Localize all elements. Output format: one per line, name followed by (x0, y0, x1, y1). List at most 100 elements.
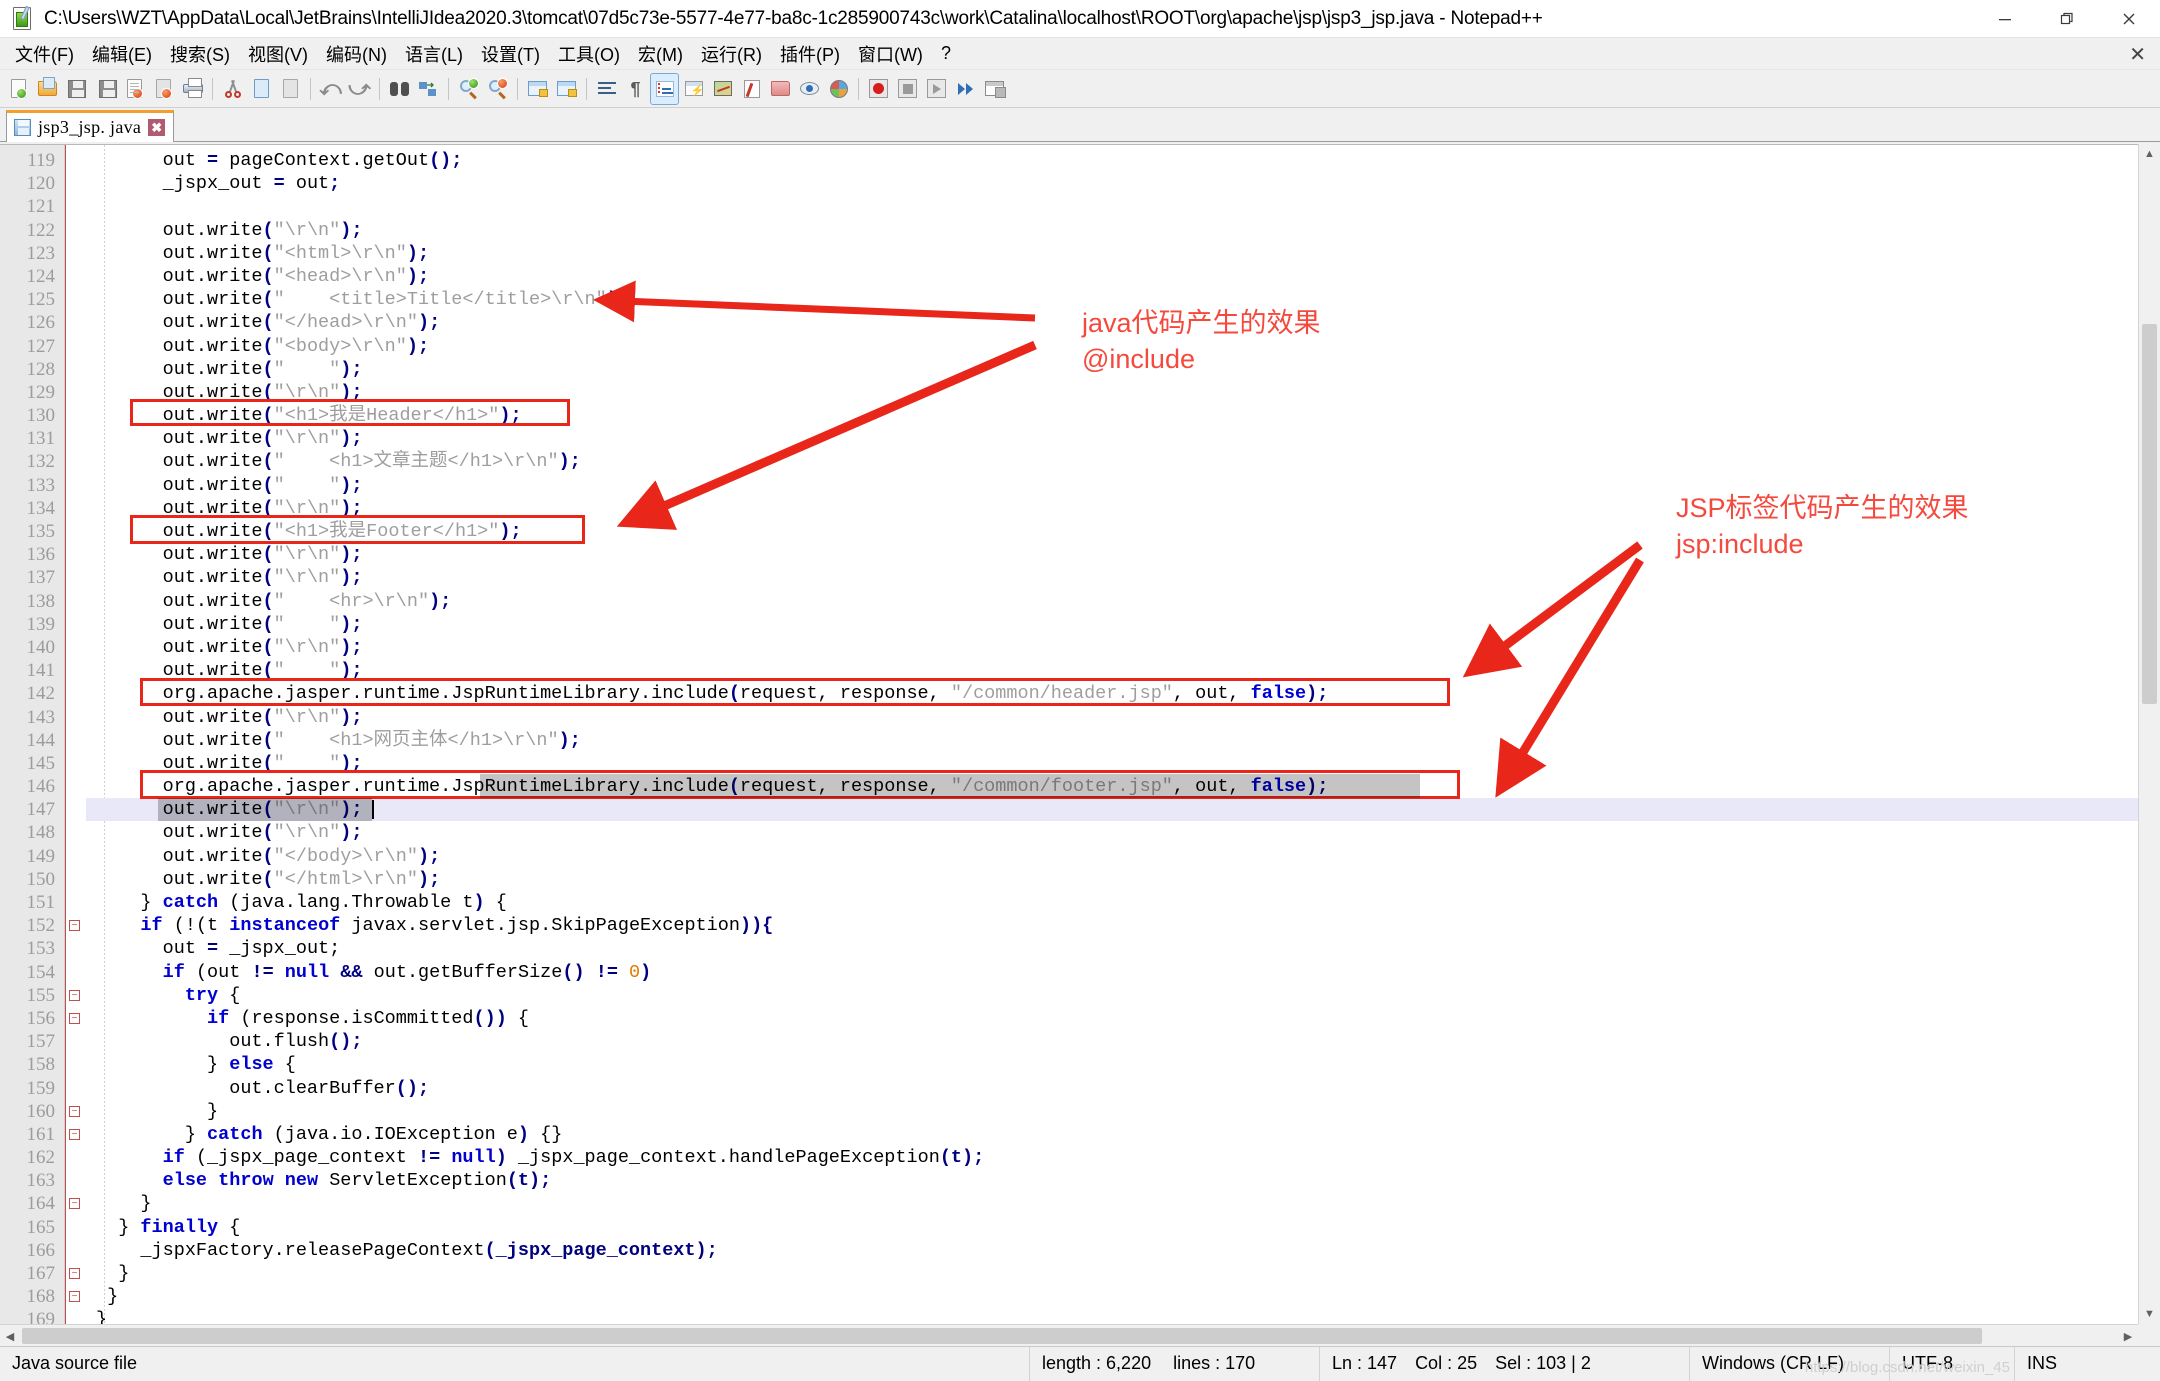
fold-cell[interactable] (65, 798, 86, 821)
fold-cell[interactable] (65, 195, 86, 218)
fold-minus-icon[interactable]: − (69, 920, 80, 932)
redo-icon[interactable]: ⤻ (346, 74, 373, 104)
fold-cell[interactable] (65, 427, 86, 450)
document-map-icon[interactable] (709, 74, 736, 104)
fold-cell[interactable] (65, 149, 86, 172)
code-line[interactable]: } finally { (86, 1216, 2160, 1239)
code-line[interactable]: out = pageContext.getOut(); (86, 149, 2160, 172)
fold-cell[interactable] (65, 636, 86, 659)
indent-guideline-icon[interactable] (650, 72, 679, 105)
run-macro-multiple-icon[interactable] (952, 74, 979, 104)
menu-search[interactable]: 搜索(S) (161, 38, 239, 70)
close-file-icon[interactable] (121, 74, 148, 104)
vertical-scrollbar[interactable]: ▲ ▼ (2138, 144, 2160, 1324)
fold-cell[interactable] (65, 288, 86, 311)
save-icon[interactable] (63, 74, 90, 104)
menu-window[interactable]: 窗口(W) (849, 38, 932, 70)
tab-jsp3-jsp-java[interactable]: jsp3_jsp. java ✖ (6, 110, 175, 142)
menu-help[interactable]: ? (932, 40, 960, 67)
fold-cell[interactable] (65, 1053, 86, 1076)
fold-cell[interactable]: − (65, 1100, 86, 1123)
scroll-right-arrow[interactable]: ▶ (2118, 1325, 2138, 1347)
fold-cell[interactable] (65, 706, 86, 729)
code-line[interactable]: } (86, 1285, 2160, 1308)
code-line[interactable]: _jspx_out = out; (86, 172, 2160, 195)
code-line[interactable]: out.write("\r\n"); (86, 219, 2160, 242)
menu-language[interactable]: 语言(L) (396, 38, 472, 70)
monitoring-icon[interactable] (796, 74, 823, 104)
record-macro-icon[interactable] (865, 74, 892, 104)
fold-cell[interactable] (65, 1030, 86, 1053)
fold-cell[interactable]: − (65, 1123, 86, 1146)
horizontal-scroll-thumb[interactable] (22, 1328, 1982, 1344)
code-line[interactable]: if (response.isCommitted()) { (86, 1007, 2160, 1030)
code-line[interactable]: if (_jspx_page_context != null) _jspx_pa… (86, 1146, 2160, 1169)
menu-plugins[interactable]: 插件(P) (771, 38, 849, 70)
fold-cell[interactable] (65, 775, 86, 798)
word-wrap-icon[interactable] (593, 74, 620, 104)
menu-macro[interactable]: 宏(M) (629, 38, 692, 70)
fold-minus-icon[interactable]: − (69, 1012, 80, 1024)
code-line[interactable]: out.write("\r\n"); (86, 566, 2160, 589)
fold-cell[interactable] (65, 1146, 86, 1169)
sync-horizontal-scroll-icon[interactable] (553, 74, 580, 104)
close-all-files-icon[interactable] (150, 74, 177, 104)
code-line[interactable]: out.write(" <h1>网页主体</h1>\r\n"); (86, 729, 2160, 752)
stop-macro-icon[interactable] (894, 74, 921, 104)
fold-cell[interactable] (65, 937, 86, 960)
fold-cell[interactable] (65, 845, 86, 868)
fold-cell[interactable] (65, 961, 86, 984)
code-line[interactable]: out.write(" <h1>文章主题</h1>\r\n"); (86, 450, 2160, 473)
code-line[interactable] (86, 195, 2160, 218)
fold-cell[interactable] (65, 450, 86, 473)
new-file-icon[interactable] (5, 74, 32, 104)
code-line[interactable]: if (!(t instanceof javax.servlet.jsp.Ski… (86, 914, 2160, 937)
fold-cell[interactable] (65, 172, 86, 195)
fold-cell[interactable] (65, 613, 86, 636)
zoom-out-icon[interactable] (484, 74, 511, 104)
maximize-restore-button[interactable] (2036, 0, 2098, 38)
fold-minus-icon[interactable]: − (69, 1268, 80, 1279)
fold-minus-icon[interactable]: − (69, 1128, 80, 1140)
fold-cell[interactable] (65, 1239, 86, 1262)
code-line[interactable]: out.write("\r\n"); (86, 427, 2160, 450)
menu-run[interactable]: 运行(R) (692, 38, 771, 70)
find-icon[interactable] (386, 74, 413, 104)
fold-cell[interactable] (65, 265, 86, 288)
manage-macro-icon[interactable] (981, 74, 1008, 104)
fold-cell[interactable] (65, 659, 86, 682)
scroll-down-arrow[interactable]: ▼ (2139, 1304, 2160, 1324)
cut-icon[interactable] (219, 74, 246, 104)
fold-cell[interactable] (65, 868, 86, 891)
fold-cell[interactable]: − (65, 1192, 86, 1215)
fold-cell[interactable] (65, 497, 86, 520)
fold-cell[interactable] (65, 682, 86, 705)
code-line[interactable]: out.write("<head>\r\n"); (86, 265, 2160, 288)
fold-cell[interactable] (65, 752, 86, 775)
save-all-icon[interactable] (92, 74, 119, 104)
code-line[interactable]: } (86, 1262, 2160, 1285)
scroll-up-arrow[interactable]: ▲ (2139, 144, 2160, 164)
code-line[interactable]: out.clearBuffer(); (86, 1077, 2160, 1100)
user-defined-language-icon[interactable]: ⚡ (680, 74, 707, 104)
sync-vertical-scroll-icon[interactable] (524, 74, 551, 104)
fold-cell[interactable] (65, 1216, 86, 1239)
fold-cell[interactable]: − (65, 1262, 86, 1285)
menu-settings[interactable]: 设置(T) (472, 38, 549, 70)
fold-cell[interactable] (65, 242, 86, 265)
fold-cell[interactable] (65, 520, 86, 543)
fold-cell[interactable] (65, 1077, 86, 1100)
close-button[interactable] (2098, 0, 2160, 38)
code-line[interactable]: try { (86, 984, 2160, 1007)
menu-encoding[interactable]: 编码(N) (317, 38, 396, 70)
code-line[interactable]: } (86, 1100, 2160, 1123)
code-line[interactable]: out.write(" <hr>\r\n"); (86, 590, 2160, 613)
show-all-characters-icon[interactable]: ¶ (622, 74, 649, 104)
fold-cell[interactable]: − (65, 1007, 86, 1030)
code-line[interactable]: } catch (java.lang.Throwable t) { (86, 891, 2160, 914)
scroll-left-arrow[interactable]: ◀ (0, 1325, 20, 1347)
horizontal-scrollbar[interactable]: ◀ ▶ (0, 1324, 2138, 1346)
fold-cell[interactable] (65, 543, 86, 566)
fold-cell[interactable]: − (65, 1285, 86, 1308)
open-file-icon[interactable] (34, 74, 61, 104)
